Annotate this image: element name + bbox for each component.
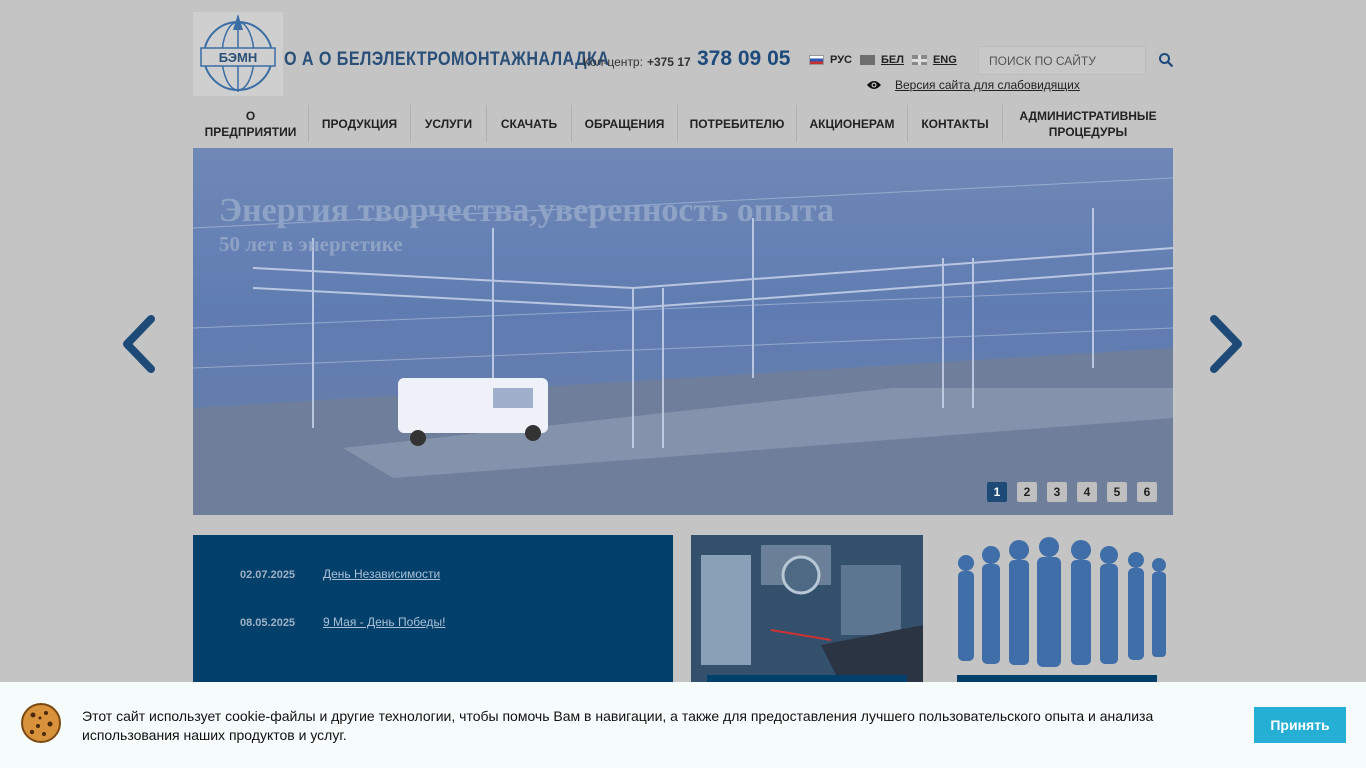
lang-bel[interactable]: БЕЛ (859, 54, 904, 66)
cookie-banner: Этот сайт использует cookie-файлы и друг… (0, 682, 1366, 768)
business-people-silhouettes-image (941, 535, 1173, 685)
nav-item-contacts[interactable]: КОНТАКТЫ (908, 105, 1003, 142)
news-item: 02.07.2025 День Независимости (240, 567, 440, 581)
belarus-flag-icon (859, 55, 875, 65)
people-photo-tile[interactable] (941, 535, 1173, 685)
news-date: 08.05.2025 (240, 617, 296, 629)
company-name: О А О БЕЛЭЛЕКТРОМОНТАЖНАЛАДКА (284, 49, 610, 70)
cookie-icon (21, 703, 61, 743)
equipment-photo-tile[interactable] (691, 535, 923, 685)
slider-prev-arrow-icon[interactable] (121, 315, 157, 373)
nav-item-products[interactable]: ПРОДУКЦИЯ (309, 105, 411, 142)
svg-text:БЭМН: БЭМН (219, 50, 258, 65)
news-block: 02.07.2025 День Независимости 08.05.2025… (193, 535, 673, 695)
slider-page-5[interactable]: 5 (1107, 482, 1127, 502)
slide-title: Энергия творчества,уверенность опыта (219, 192, 834, 229)
accessible-version: Версия сайта для слабовидящих (866, 78, 1080, 92)
nav-item-download[interactable]: СКАЧАТЬ (487, 105, 572, 142)
nav-item-shareholders[interactable]: АКЦИОНЕРАМ (797, 105, 908, 142)
cookie-text: Этот сайт использует cookie-файлы и друг… (82, 708, 1154, 743)
slider-page-6[interactable]: 6 (1137, 482, 1157, 502)
lang-label: ENG (932, 54, 957, 66)
callcenter-text: Кол-центр: (583, 55, 643, 69)
hero-slider: Энергия творчества,уверенность опыта 50 … (193, 148, 1173, 515)
nav-item-appeals[interactable]: ОБРАЩЕНИЯ (572, 105, 678, 142)
slider-page-3[interactable]: 3 (1047, 482, 1067, 502)
slider-pager: 1 2 3 4 5 6 (987, 482, 1157, 502)
news-date: 02.07.2025 (240, 569, 296, 581)
slider-page-2[interactable]: 2 (1017, 482, 1037, 502)
callcenter-code: +375 17 (646, 55, 691, 69)
search-icon[interactable] (1158, 52, 1174, 68)
slide-subtitle: 50 лет в энергетике (219, 232, 403, 256)
slider-page-4[interactable]: 4 (1077, 482, 1097, 502)
cookie-accept-button[interactable]: Принять (1254, 707, 1346, 743)
company-logo[interactable]: БЭМН (193, 12, 283, 96)
nav-item-about[interactable]: О ПРЕДПРИЯТИИ (193, 105, 309, 142)
news-item: 08.05.2025 9 Мая - День Победы! (240, 615, 445, 629)
lang-label: БЕЛ (880, 54, 904, 66)
search-input[interactable] (978, 46, 1146, 75)
lang-rus[interactable]: РУС (809, 54, 852, 66)
electrician-panel-image (691, 535, 923, 685)
uk-flag-icon (911, 55, 927, 65)
lang-label: РУС (830, 54, 852, 66)
accessible-version-link[interactable]: Версия сайта для слабовидящих (895, 78, 1080, 92)
logo-emblem-icon: БЭМН (200, 14, 276, 92)
news-link[interactable]: 9 Мая - День Победы! (323, 615, 445, 629)
phone-number[interactable]: 378 09 05 (697, 47, 790, 71)
language-switcher: РУС БЕЛ ENG (809, 54, 957, 66)
news-link[interactable]: День Независимости (323, 567, 440, 581)
slider-page-1[interactable]: 1 (987, 482, 1007, 502)
main-nav: О ПРЕДПРИЯТИИ ПРОДУКЦИЯ УСЛУГИ СКАЧАТЬ О… (193, 105, 1173, 142)
nav-item-services[interactable]: УСЛУГИ (411, 105, 487, 142)
nav-item-admin-procedures[interactable]: АДМИНИСТРАТИВНЫЕ ПРОЦЕДУРЫ (1003, 105, 1173, 142)
slider-next-arrow-icon[interactable] (1208, 315, 1244, 373)
lang-eng[interactable]: ENG (911, 54, 957, 66)
callcenter-label: Кол-центр: +375 17 (583, 55, 691, 69)
nav-item-consumer[interactable]: ПОТРЕБИТЕЛЮ (678, 105, 797, 142)
eye-icon (867, 81, 881, 89)
russia-flag-icon (809, 55, 824, 65)
